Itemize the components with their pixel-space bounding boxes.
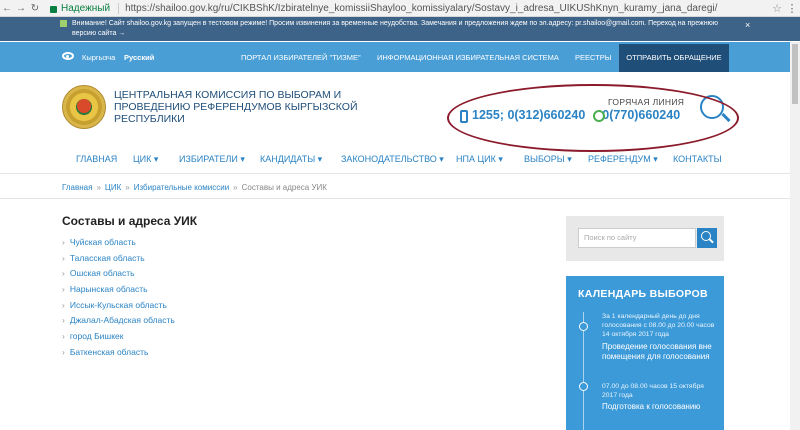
nav-candidates[interactable]: КАНДИДАТЫ ▾ (260, 154, 322, 165)
secure-label: Надежный (61, 2, 111, 14)
nav-cec[interactable]: ЦИК ▾ (133, 154, 158, 165)
secure-indicator[interactable]: Надежный (50, 3, 110, 14)
calendar-title: КАЛЕНДАРЬ ВЫБОРОВ (578, 288, 708, 300)
region-link-osh[interactable]: Ошская область (62, 268, 175, 284)
region-link-bishkek[interactable]: город Бишкек (62, 331, 175, 347)
calendar-event-title[interactable]: Подготовка к голосованию (602, 402, 720, 412)
browser-toolbar: ← → ↻ Надежный https://shailoo.gov.kg/ru… (0, 0, 800, 17)
region-link-naryn[interactable]: Нарынская область (62, 284, 175, 300)
address-bar[interactable]: https://shailoo.gov.kg/ru/CIKBShK/Izbira… (118, 2, 717, 14)
lang-russian-link[interactable]: Русский (124, 53, 154, 62)
nav-elections[interactable]: ВЫБОРЫ ▾ (524, 154, 572, 165)
breadcrumb-home[interactable]: Главная (62, 183, 92, 192)
election-calendar: КАЛЕНДАРЬ ВЫБОРОВ За 1 календарный день … (566, 276, 724, 430)
search-icon[interactable] (700, 95, 724, 119)
breadcrumb-current: Составы и адреса УИК (241, 183, 327, 192)
calendar-event-title[interactable]: Проведение голосования вне помещения для… (602, 342, 720, 362)
breadcrumb-separator: » (96, 183, 101, 192)
nav-referendum[interactable]: РЕФЕРЕНДУМ ▾ (588, 154, 658, 165)
region-link-talas[interactable]: Таласская область (62, 253, 175, 269)
reload-icon[interactable]: ↻ (28, 3, 42, 14)
breadcrumb-separator: » (233, 183, 238, 192)
phone-icon (460, 110, 468, 123)
nav-home[interactable]: ГЛАВНАЯ (76, 154, 117, 164)
forward-icon[interactable]: → (14, 3, 28, 14)
breadcrumb-separator: » (125, 183, 130, 192)
lock-icon (50, 5, 57, 13)
region-link-chui[interactable]: Чуйская область (62, 237, 175, 253)
nav-contacts[interactable]: КОНТАКТЫ (673, 154, 722, 164)
logo-emblem (77, 99, 91, 113)
nav-voters[interactable]: ИЗБИРАТЕЛИ ▾ (179, 154, 245, 165)
nav-divider (0, 173, 790, 174)
voter-portal-link[interactable]: ПОРТАЛ ИЗБИРАТЕЛЕЙ "ТИЗМЕ" (241, 53, 361, 62)
calendar-event-date: 07.00 до 08.00 часов 15 октября 2017 год… (602, 383, 704, 399)
hotline-number-mobile: 0(770)660240 (602, 108, 681, 122)
scrollbar-thumb[interactable] (792, 44, 798, 104)
banner-close-button[interactable]: × (745, 20, 750, 30)
banner-text[interactable]: Внимание! Сайт shailoo.gov.kg запущен в … (72, 19, 732, 39)
breadcrumb-cec[interactable]: ЦИК (105, 183, 121, 192)
site-search-input[interactable]: Поиск по сайту (578, 228, 696, 248)
main-navigation: ГЛАВНАЯ ЦИК ▾ ИЗБИРАТЕЛИ ▾ КАНДИДАТЫ ▾ З… (0, 152, 800, 170)
breadcrumb: Главная» ЦИК» Избирательные комиссии» Соста… (62, 183, 327, 192)
breadcrumb-commissions[interactable]: Избирательные комиссии (134, 183, 229, 192)
bookmark-star-icon[interactable]: ☆ (770, 2, 784, 15)
warning-icon (60, 20, 67, 27)
page-title: Составы и адреса УИК (62, 214, 198, 228)
send-appeal-button[interactable]: ОТПРАВИТЬ ОБРАЩЕНИЕ (619, 44, 729, 72)
registries-link[interactable]: РЕЕСТРЫ (575, 53, 611, 62)
breadcrumb-divider (0, 198, 790, 199)
nav-cec-acts[interactable]: НПА ЦИК ▾ (456, 154, 503, 165)
region-link-batken[interactable]: Баткенская область (62, 347, 175, 363)
timeline-dot-icon (579, 382, 588, 391)
hotline-numbers: 1255; 0(312)660240 0(770)660240 (472, 108, 680, 122)
lang-kyrgyz-link[interactable]: Кыргызча (82, 53, 115, 62)
region-link-jalal-abad[interactable]: Джалал-Абадская область (62, 315, 175, 331)
back-icon[interactable]: ← (0, 3, 14, 14)
browser-menu-icon[interactable]: ⋮ (784, 2, 800, 15)
region-list: Чуйская область Таласская область Ошская… (62, 237, 175, 363)
timeline-dot-icon (579, 322, 588, 331)
eye-icon[interactable] (62, 52, 74, 60)
whatsapp-icon (593, 110, 605, 122)
nav-legislation[interactable]: ЗАКОНОДАТЕЛЬСТВО ▾ (341, 154, 444, 165)
calendar-event-date: За 1 календарный день до дня голосования… (602, 313, 715, 338)
site-search-button[interactable] (697, 228, 717, 248)
info-system-link[interactable]: ИНФОРМАЦИОННАЯ ИЗБИРАТЕЛЬНАЯ СИСТЕМА (377, 53, 559, 62)
hotline-label: ГОРЯЧАЯ ЛИНИЯ (608, 97, 685, 107)
hotline-number-main: 1255; 0(312)660240 (472, 108, 586, 122)
region-link-issyk-kul[interactable]: Иссык-Кульская область (62, 300, 175, 316)
site-title[interactable]: ЦЕНТРАЛЬНАЯ КОМИССИЯ ПО ВЫБОРАМ И ПРОВЕД… (114, 89, 374, 125)
test-mode-banner: Внимание! Сайт shailoo.gov.kg запущен в … (0, 17, 800, 41)
